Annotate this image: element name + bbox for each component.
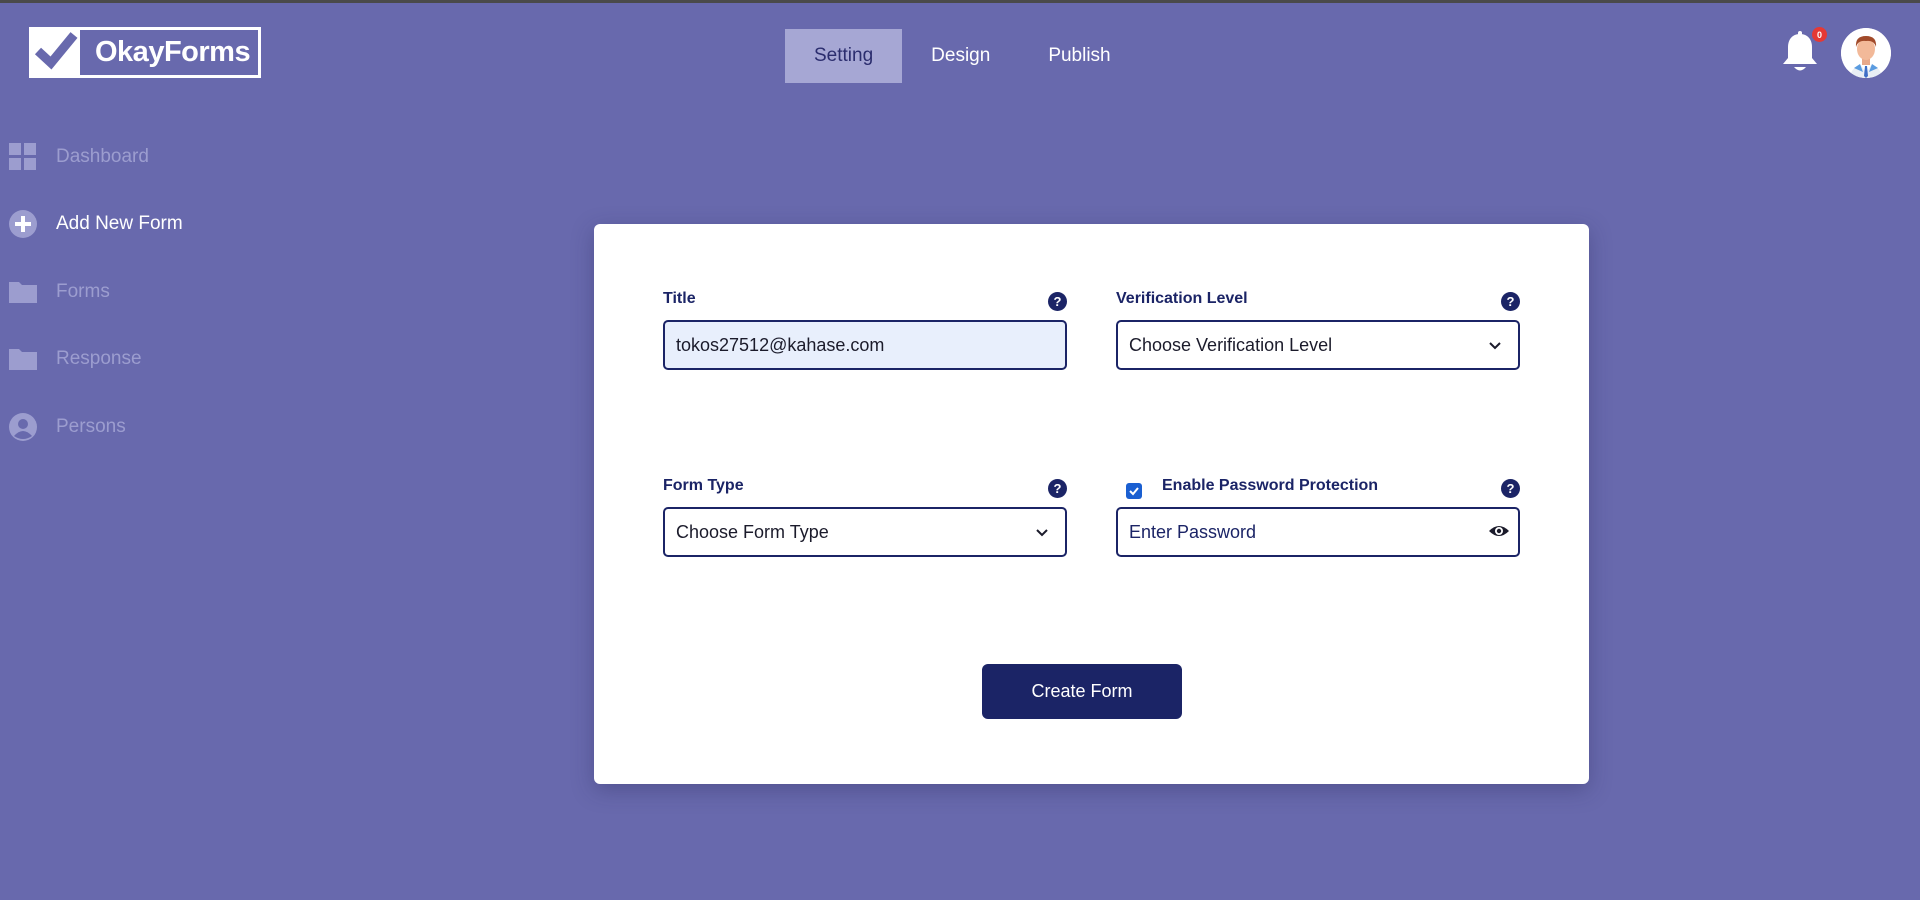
folder-icon (9, 345, 37, 373)
user-avatar[interactable] (1841, 28, 1891, 78)
create-form-card: Title ? Verification Level ? Choose Veri… (594, 224, 1589, 784)
sidebar-item-dashboard[interactable]: Dashboard (0, 137, 260, 177)
verification-level-value: Choose Verification Level (1129, 334, 1333, 355)
sidebar-item-label: Response (56, 348, 142, 369)
sidebar-item-persons[interactable]: Persons (0, 407, 260, 447)
logo-check-icon (29, 27, 80, 78)
eye-icon[interactable] (1488, 523, 1510, 539)
verification-level-select[interactable]: Choose Verification Level (1116, 320, 1520, 370)
sidebar-item-add-new-form[interactable]: Add New Form (0, 204, 260, 244)
form-type-select[interactable]: Choose Form Type (663, 507, 1067, 557)
app-page: OkayForms Setting Design Publish 0 Dashb… (0, 0, 1920, 900)
logo-text: OkayForms (95, 36, 251, 68)
password-protection-checkbox[interactable] (1126, 483, 1142, 499)
help-icon[interactable]: ? (1048, 292, 1067, 311)
title-input-field[interactable] (676, 334, 1065, 356)
top-nav-tabs: Setting Design Publish (785, 29, 1140, 83)
app-logo[interactable]: OkayForms (29, 27, 261, 78)
sidebar-item-label: Persons (56, 416, 126, 437)
chevron-down-icon (1489, 342, 1501, 350)
grid-icon (9, 143, 37, 171)
notification-badge: 0 (1812, 27, 1827, 42)
window-top-border (0, 0, 1920, 3)
title-input[interactable] (663, 320, 1067, 370)
tab-publish[interactable]: Publish (1019, 29, 1139, 83)
chevron-down-icon (1036, 529, 1048, 537)
form-type-value: Choose Form Type (676, 521, 829, 542)
person-circle-icon (9, 413, 37, 441)
help-icon[interactable]: ? (1048, 479, 1067, 498)
tab-setting[interactable]: Setting (785, 29, 903, 83)
password-protection-label: Enable Password Protection (1162, 477, 1379, 494)
password-input-field[interactable] (1129, 521, 1518, 543)
sidebar-item-label: Add New Form (56, 213, 183, 234)
sidebar-item-forms[interactable]: Forms (0, 272, 260, 312)
folder-icon (9, 278, 37, 306)
checkmark-icon (1129, 487, 1139, 496)
tab-design[interactable]: Design (902, 29, 1019, 83)
title-label: Title (663, 290, 696, 307)
form-type-label: Form Type (663, 477, 744, 494)
sidebar-item-response[interactable]: Response (0, 339, 260, 379)
sidebar-item-label: Dashboard (56, 146, 149, 167)
password-input[interactable] (1116, 507, 1520, 557)
plus-circle-icon (9, 210, 37, 238)
help-icon[interactable]: ? (1501, 292, 1520, 311)
verification-level-label: Verification Level (1116, 290, 1248, 307)
help-icon[interactable]: ? (1501, 479, 1520, 498)
create-form-button[interactable]: Create Form (982, 664, 1182, 719)
sidebar-item-label: Forms (56, 281, 110, 302)
